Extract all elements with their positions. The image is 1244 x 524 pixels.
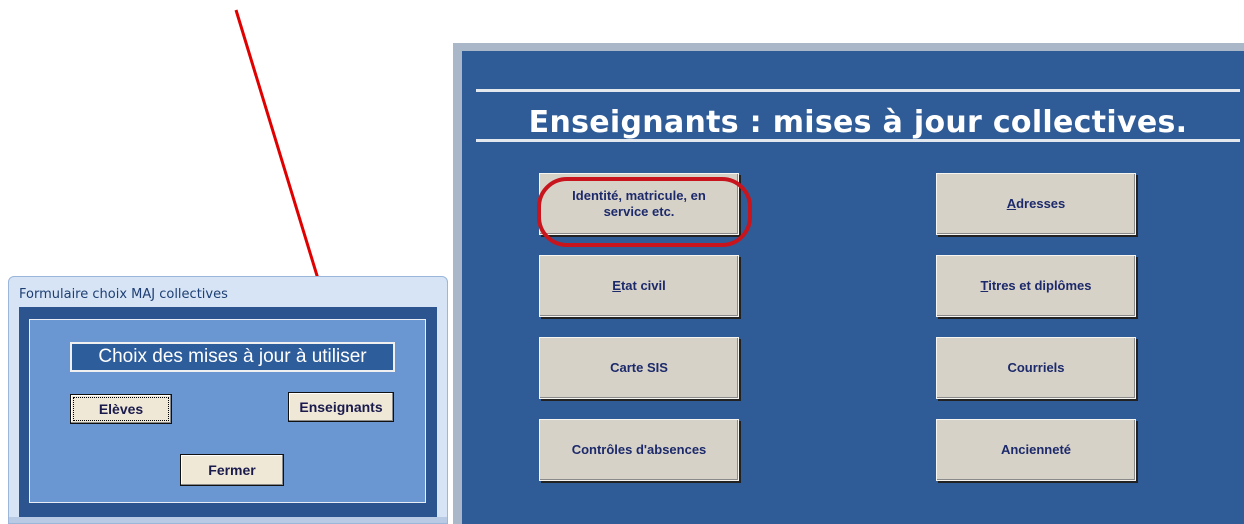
dialog-inner-panel: Choix des mises à jour à utiliser Elèves… <box>29 319 426 503</box>
adresses-button[interactable]: Adresses <box>936 173 1136 235</box>
courriels-button[interactable]: Courriels <box>936 337 1136 399</box>
anciennete-button[interactable]: Ancienneté <box>936 419 1136 481</box>
etat-civil-button[interactable]: Etat civil <box>539 255 739 317</box>
panel-title: Enseignants : mises à jour collectives. <box>528 105 1188 140</box>
controles-absences-button[interactable]: Contrôles d'absences <box>539 419 739 481</box>
enseignants-button[interactable]: Enseignants <box>288 392 394 422</box>
highlight-ring <box>537 177 752 247</box>
etat-label: tat civil <box>620 278 666 293</box>
dialog-status-strip <box>9 517 447 523</box>
dialog-header: Choix des mises à jour à utiliser <box>70 342 395 372</box>
etat-access-key: E <box>612 278 621 293</box>
eleves-button[interactable]: Elèves <box>70 394 172 424</box>
title-rule-top <box>476 89 1240 92</box>
adresses-access-key: A <box>1006 196 1017 211</box>
titres-label: itres et diplômes <box>988 278 1092 293</box>
dialog-body: Choix des mises à jour à utiliser Elèves… <box>19 307 437 517</box>
dialog-title: Formulaire choix MAJ collectives <box>19 287 228 302</box>
fermer-button[interactable]: Fermer <box>180 454 284 486</box>
enseignants-panel: Enseignants : mises à jour collectives. … <box>453 43 1244 524</box>
title-rule-bottom <box>476 139 1240 142</box>
adresses-label: dresses <box>1016 196 1066 211</box>
titres-diplomes-button[interactable]: Titres et diplômes <box>936 255 1136 317</box>
carte-sis-button[interactable]: Carte SIS <box>539 337 739 399</box>
choix-maj-dialog: Formulaire choix MAJ collectives Choix d… <box>8 276 448 524</box>
enseignants-panel-inner: Enseignants : mises à jour collectives. … <box>462 51 1244 524</box>
